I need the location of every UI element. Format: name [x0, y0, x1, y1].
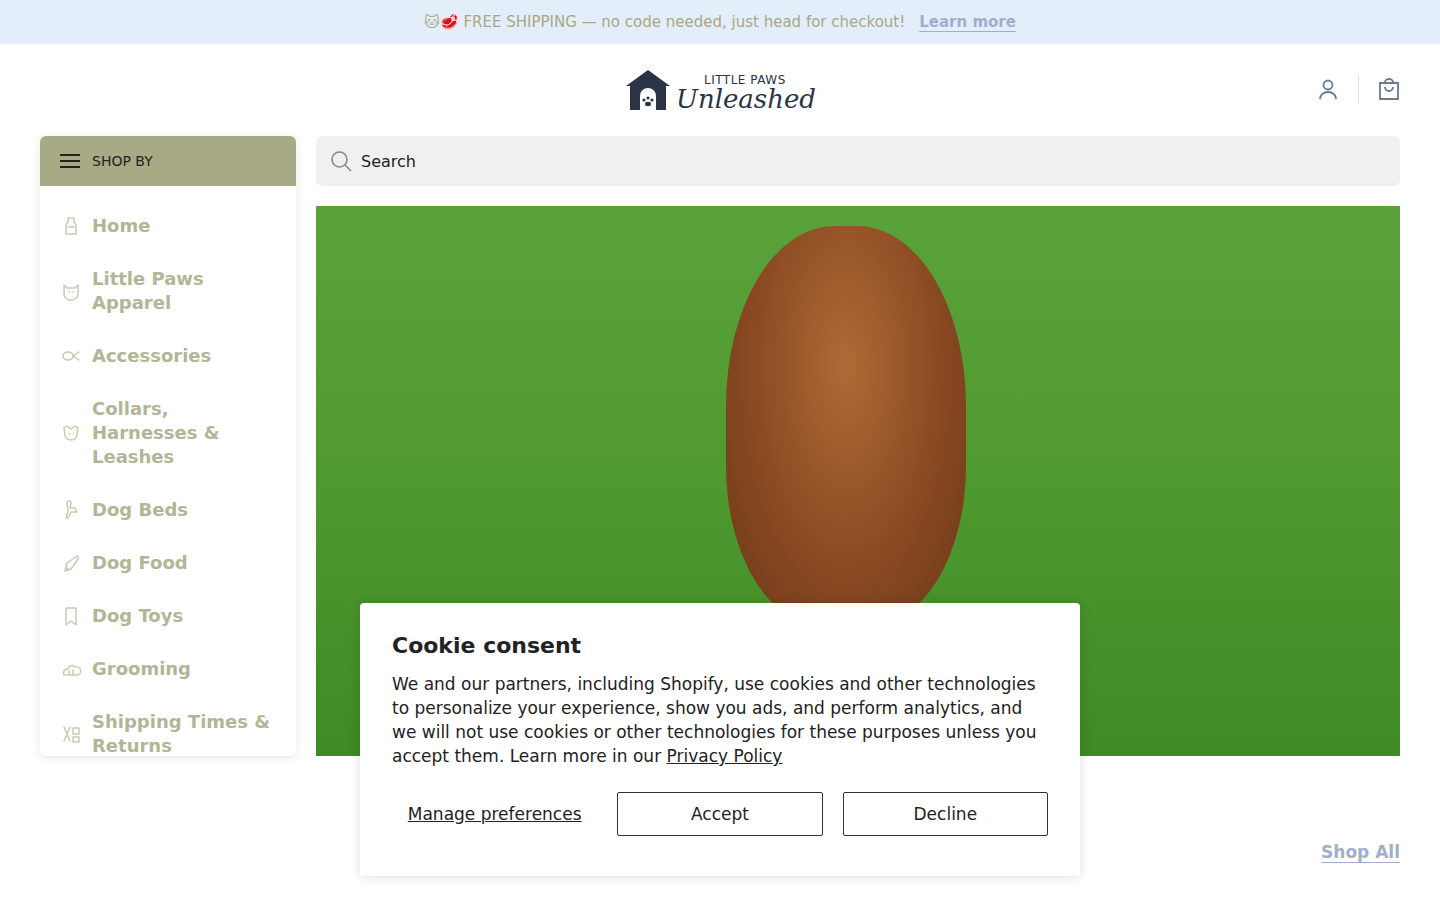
- logo[interactable]: LITTLE PAWSUnleashed: [624, 68, 816, 112]
- sidebar-item-label: Shipping Times & Returns: [92, 710, 276, 756]
- sidebar-item[interactable]: Collars, Harnesses & Leashes: [54, 385, 282, 481]
- sidebar-item[interactable]: Grooming: [54, 645, 282, 693]
- cookie-buttons: Manage preferences Accept Decline: [392, 792, 1048, 836]
- menu-icon: [60, 153, 80, 169]
- sidebar-item-label: Home: [92, 214, 150, 238]
- header-actions: [1317, 74, 1400, 104]
- shop-by-toggle[interactable]: SHOP BY: [40, 136, 296, 186]
- learn-more-link[interactable]: Learn more: [919, 13, 1016, 31]
- sidebar-item[interactable]: Shipping Times & Returns: [54, 698, 282, 756]
- sidebar-list: Home Little Paws Apparel Accessories Collar…: [40, 186, 296, 756]
- sidebar-item-label: Dog Food: [92, 551, 188, 575]
- privacy-policy-link[interactable]: Privacy Policy: [667, 746, 783, 766]
- sidebar-item-label: Grooming: [92, 657, 191, 681]
- sidebar-item-label: Collars, Harnesses & Leashes: [92, 397, 276, 469]
- sidebar-item[interactable]: Little Paws Apparel: [54, 255, 282, 327]
- sidebar-item-label: Dog Toys: [92, 604, 183, 628]
- header-divider: [1358, 74, 1359, 104]
- sidebar-item[interactable]: Dog Beds: [54, 486, 282, 534]
- shop-all-link[interactable]: Shop All: [1321, 842, 1400, 862]
- sidebar-item[interactable]: Accessories: [54, 332, 282, 380]
- search-icon: [330, 150, 352, 172]
- search-placeholder: Search: [361, 152, 416, 171]
- category-icon: [60, 280, 82, 302]
- sidebar-item[interactable]: Dog Food: [54, 539, 282, 587]
- cookie-button[interactable]: Manage preferences: [392, 792, 597, 836]
- logo-text: LITTLE PAWSUnleashed: [676, 74, 816, 112]
- sidebar: SHOP BY Home Little Paws Apparel Accessorie…: [40, 136, 296, 756]
- sidebar-item[interactable]: Dog Toys: [54, 592, 282, 640]
- cookie-consent: Cookie consent We and our partners, inclu…: [360, 603, 1080, 876]
- account-icon[interactable]: [1317, 78, 1339, 100]
- search-field[interactable]: Search: [316, 136, 1400, 186]
- sidebar-item-label: Dog Beds: [92, 498, 188, 522]
- sidebar-item-label: Accessories: [92, 344, 211, 368]
- sidebar-item[interactable]: Home: [54, 202, 282, 250]
- cookie-body: We and our partners, including Shopify, …: [392, 672, 1048, 768]
- category-icon: [60, 215, 82, 237]
- cookie-button[interactable]: Decline: [843, 792, 1048, 836]
- announcement-bar: 🐱🥩 FREE SHIPPING — no code needed, just …: [0, 0, 1440, 44]
- category-icon: [60, 552, 82, 574]
- header: LITTLE PAWSUnleashed: [0, 44, 1440, 136]
- cart-icon[interactable]: [1378, 78, 1400, 100]
- logo-script: Unleashed: [676, 86, 816, 112]
- category-icon: [60, 605, 82, 627]
- category-icon: [60, 723, 82, 745]
- cookie-button[interactable]: Accept: [617, 792, 822, 836]
- category-icon: [60, 658, 82, 680]
- sidebar-item-label: Little Paws Apparel: [92, 267, 276, 315]
- announcement-text: 🐱🥩 FREE SHIPPING — no code needed, just …: [424, 13, 905, 31]
- category-icon: [60, 422, 82, 444]
- sidebar-title: SHOP BY: [92, 153, 153, 169]
- page: 🐱🥩 FREE SHIPPING — no code needed, just …: [0, 0, 1440, 900]
- logo-top: LITTLE PAWS: [676, 74, 816, 86]
- cookie-title: Cookie consent: [392, 633, 1048, 658]
- house-icon: [624, 68, 672, 112]
- hero-dog: [726, 226, 966, 626]
- category-icon: [60, 499, 82, 521]
- category-icon: [60, 345, 82, 367]
